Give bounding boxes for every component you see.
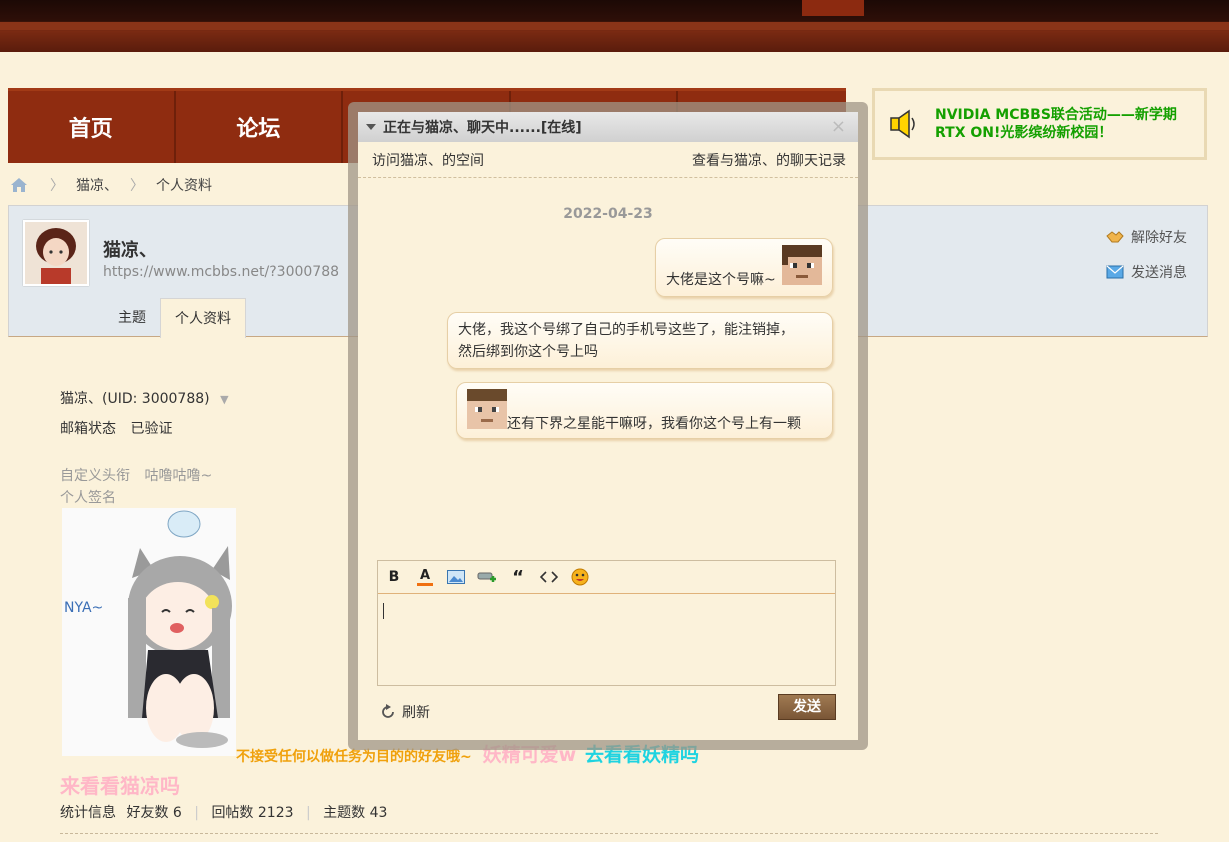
friend-avatar-icon: [467, 389, 507, 429]
message-text-line-2: 然后绑到你这个号上吗: [458, 344, 598, 360]
font-color-glyph: A: [419, 567, 431, 583]
font-color-icon[interactable]: A: [415, 567, 435, 587]
refresh-label: 刷新: [402, 705, 430, 721]
close-icon[interactable]: ×: [831, 116, 846, 137]
send-message-label: 发送消息: [1131, 265, 1187, 281]
envelope-icon: [1106, 265, 1124, 279]
message-text: 大佬是这个号嘛~: [666, 272, 776, 288]
image-icon[interactable]: [446, 567, 466, 587]
chat-title: 正在与猫凉、聊天中......[在线]: [383, 120, 582, 136]
breadcrumb: 〉 猫凉、 〉 个人资料: [10, 175, 212, 195]
avatar[interactable]: [23, 220, 89, 286]
email-label: 邮箱状态: [60, 421, 116, 437]
nav-item-forum[interactable]: 论坛: [176, 91, 344, 163]
title-label: 自定义头衔: [60, 468, 130, 484]
divider: [60, 833, 1158, 834]
bold-icon[interactable]: B: [384, 567, 404, 587]
signature-image: NYA~: [62, 508, 236, 756]
topics-count[interactable]: 主题数 43: [323, 805, 387, 821]
send-message-button[interactable]: 发送消息: [1106, 262, 1187, 282]
refresh-icon: [382, 704, 394, 718]
message-text-line-1: 大佬，我这个号绑了自己的手机号这些了，能注销掉，: [458, 322, 794, 338]
signature-label: 个人签名: [60, 490, 116, 506]
breadcrumb-user[interactable]: 猫凉、: [76, 175, 118, 195]
smiley-icon[interactable]: [570, 567, 590, 587]
handshake-icon: [1106, 231, 1124, 243]
chat-window: 正在与猫凉、聊天中......[在线] × 访问猫凉、的空间 查看与猫凉、的聊天…: [358, 112, 858, 740]
uid-text: 猫凉、(UID: 3000788): [60, 391, 210, 407]
profile-tabs: 主题 个人资料: [104, 298, 246, 338]
signature-image-text: NYA~: [64, 600, 103, 616]
home-icon[interactable]: [10, 177, 28, 193]
banner-band: [0, 22, 1229, 30]
title-row: 自定义头衔 咕噜咕噜~: [60, 465, 212, 485]
breadcrumb-separator-icon: 〉: [50, 178, 64, 194]
link-icon[interactable]: [477, 567, 497, 587]
avatar-image: [25, 222, 87, 284]
stats-divider: |: [305, 805, 311, 821]
replies-count[interactable]: 回帖数 2123: [211, 805, 293, 821]
code-icon[interactable]: [539, 567, 559, 587]
editor-toolbar: B A “: [378, 561, 835, 594]
message-bubble: 大佬，我这个号绑了自己的手机号这些了，能注销掉， 然后绑到你这个号上吗: [447, 312, 833, 369]
signature-link-mao[interactable]: 来看看猫凉吗: [60, 770, 180, 799]
user-avatar-icon: [782, 245, 822, 285]
chat-title-bar[interactable]: 正在与猫凉、聊天中......[在线] ×: [358, 112, 858, 142]
message-bubble: 还有下界之星能干嘛呀，我看你这个号上有一颗: [456, 382, 833, 439]
uid-row: 猫凉、(UID: 3000788) ▼: [60, 388, 229, 408]
quote-icon[interactable]: “: [508, 567, 528, 588]
tab-topics[interactable]: 主题: [104, 298, 160, 338]
title-value: 咕噜咕噜~: [144, 468, 213, 484]
refresh-button[interactable]: 刷新: [380, 702, 430, 722]
profile-name: 猫凉、: [103, 240, 157, 261]
chat-history-link[interactable]: 查看与猫凉、的聊天记录: [692, 150, 846, 170]
friends-count[interactable]: 好友数 6: [126, 805, 181, 821]
send-button[interactable]: 发送: [778, 694, 836, 720]
text-cursor: [383, 603, 384, 619]
unfriend-label: 解除好友: [1131, 230, 1187, 246]
email-row: 邮箱状态 已验证: [60, 418, 172, 438]
banner-glow: [802, 0, 864, 16]
unfriend-button[interactable]: 解除好友: [1106, 227, 1187, 247]
announcement-line-2: RTX ON!光影缤纷新校园！: [935, 125, 1113, 141]
visit-space-link[interactable]: 访问猫凉、的空间: [372, 150, 484, 170]
top-banner: [0, 0, 1229, 52]
profile-url[interactable]: https://www.mcbbs.net/?3000788: [103, 264, 339, 280]
speaker-icon: [890, 109, 915, 139]
chat-links: 访问猫凉、的空间 查看与猫凉、的聊天记录: [358, 142, 858, 178]
breadcrumb-page: 个人资料: [156, 178, 212, 194]
message-bubble: 大佬是这个号嘛~: [655, 238, 833, 297]
chevron-down-icon[interactable]: ▼: [220, 393, 228, 406]
announcement-box[interactable]: NVIDIA MCBBS联合活动——新学期 RTX ON!光影缤纷新校园！: [872, 88, 1207, 160]
breadcrumb-separator-icon: 〉: [130, 178, 144, 194]
font-color-swatch: [417, 582, 433, 586]
signature-text-a: 不接受任何以做任务为目的的好友哦~: [236, 749, 472, 765]
announcement-line-1: NVIDIA MCBBS联合活动——新学期: [935, 107, 1177, 123]
tab-profile[interactable]: 个人资料: [160, 298, 246, 338]
stats-label: 统计信息: [60, 805, 116, 821]
message-text: 还有下界之星能干嘛呀，我看你这个号上有一颗: [507, 416, 801, 432]
announcement-text: NVIDIA MCBBS联合活动——新学期 RTX ON!光影缤纷新校园！: [935, 106, 1177, 142]
collapse-icon[interactable]: [366, 124, 376, 130]
stats-divider: |: [194, 805, 199, 821]
email-value: 已验证: [130, 421, 173, 437]
message-editor[interactable]: B A “: [377, 560, 836, 686]
nav-item-home[interactable]: 首页: [8, 91, 176, 163]
chat-date: 2022-04-23: [563, 206, 653, 222]
stats-row: 统计信息 好友数 6 | 回帖数 2123 | 主题数 43: [60, 802, 387, 822]
